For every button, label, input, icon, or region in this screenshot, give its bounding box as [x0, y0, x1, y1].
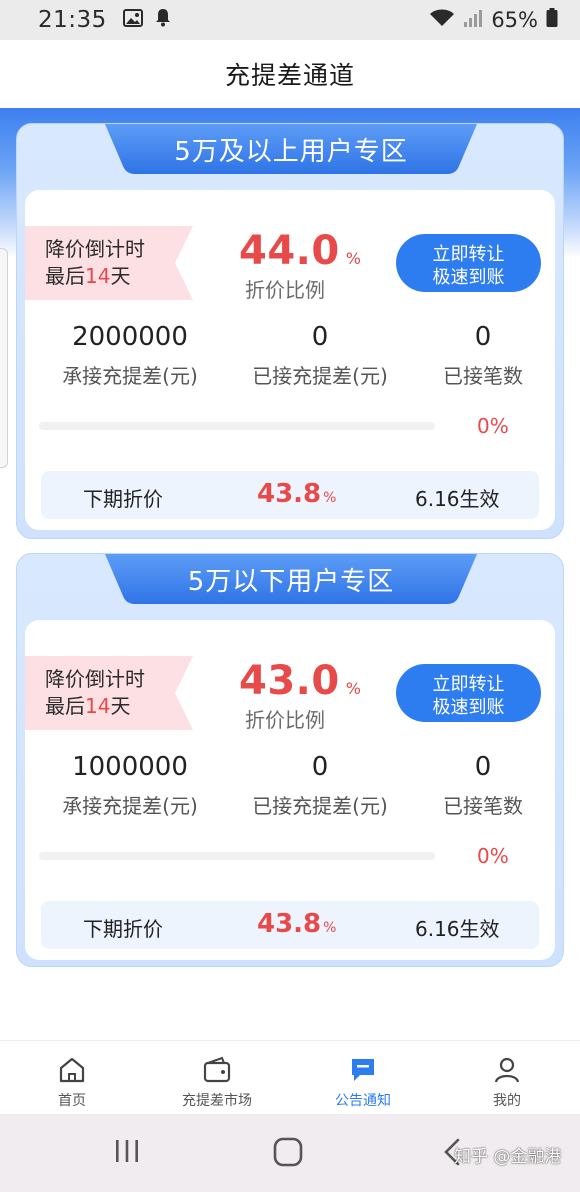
- next-value-unit: %: [323, 490, 337, 506]
- discount-unit: %: [345, 679, 361, 698]
- signal-icon: [463, 8, 483, 33]
- discount-ratio: 43.0% 折价比例: [239, 658, 361, 733]
- user-icon: [477, 1055, 537, 1085]
- side-drawer-handle[interactable]: [0, 248, 8, 468]
- page-title: 充提差通道: [224, 61, 355, 90]
- next-period-bar: 下期折价 43.8% 6.16生效: [41, 901, 539, 949]
- zone-card-small-users: 5万以下用户专区 降价倒计时 最后14天 43.0% 折价比例 立即转让 极速到…: [16, 553, 564, 967]
- countdown-ribbon: 降价倒计时 最后14天: [25, 656, 193, 730]
- nav-item-home[interactable]: 首页: [42, 1055, 102, 1110]
- home-icon: [42, 1055, 102, 1085]
- image-icon: [122, 8, 143, 33]
- watermark: 知乎 @金融港: [454, 1147, 562, 1167]
- stat-value: 0: [474, 752, 492, 782]
- discount-unit: %: [345, 249, 361, 268]
- nav-label: 公告通知: [335, 1093, 391, 1109]
- wifi-icon: [429, 8, 455, 33]
- stat-value: 1000000: [72, 752, 188, 782]
- system-home-icon[interactable]: [272, 1136, 304, 1172]
- next-value-number: 43.8: [257, 479, 322, 509]
- system-nav-bar: 知乎 @金融港: [0, 1114, 580, 1192]
- stat-value: 0: [311, 322, 329, 352]
- nav-label: 充提差市场: [182, 1093, 252, 1109]
- stat-label: 已接充提差(元): [252, 364, 388, 388]
- recent-apps-icon[interactable]: [112, 1136, 142, 1170]
- zone-stats: 2000000 承接充提差(元) 0 已接充提差(元) 0 已接笔数: [25, 322, 555, 392]
- next-value-unit: %: [323, 920, 337, 936]
- countdown-days: 14: [85, 264, 111, 288]
- countdown-label: 降价倒计时: [45, 237, 145, 261]
- next-period-value: 43.8%: [257, 479, 336, 509]
- stat-label: 承接充提差(元): [62, 364, 198, 388]
- stat-accepted-amount: 0 已接充提差(元): [235, 322, 405, 389]
- progress-bar: [39, 852, 435, 860]
- transfer-now-button[interactable]: 立即转让 极速到账: [396, 664, 541, 722]
- status-time: 21:35: [38, 7, 107, 33]
- zone-stats: 1000000 承接充提差(元) 0 已接充提差(元) 0 已接笔数: [25, 752, 555, 822]
- message-icon: [327, 1055, 399, 1085]
- countdown-suffix: 天: [110, 694, 131, 718]
- zone-title: 5万以下用户专区: [187, 566, 395, 597]
- stat-label: 已接笔数: [443, 364, 523, 388]
- countdown-prefix: 最后: [45, 264, 85, 288]
- nav-label: 首页: [58, 1093, 86, 1109]
- cta-line2: 极速到账: [432, 697, 505, 718]
- countdown-suffix: 天: [110, 264, 131, 288]
- nav-item-mine[interactable]: 我的: [477, 1055, 537, 1110]
- discount-label: 折价比例: [245, 278, 325, 302]
- countdown-ribbon: 降价倒计时 最后14天: [25, 226, 193, 300]
- stat-value: 0: [311, 752, 329, 782]
- countdown-label: 降价倒计时: [45, 667, 145, 691]
- nav-label: 我的: [493, 1093, 521, 1109]
- discount-value: 44.0: [239, 228, 340, 274]
- stat-accepted-count: 0 已接笔数: [423, 752, 543, 819]
- wallet-icon: [172, 1055, 262, 1085]
- zone-title-tab: 5万及以上用户专区: [105, 124, 477, 174]
- cta-line1: 立即转让: [432, 674, 505, 695]
- battery-icon: [546, 7, 558, 33]
- nav-item-market[interactable]: 充提差市场: [172, 1055, 262, 1110]
- discount-ratio: 44.0% 折价比例: [239, 228, 361, 303]
- stat-accepted-count: 0 已接笔数: [423, 322, 543, 389]
- cta-line2: 极速到账: [432, 267, 505, 288]
- countdown-days: 14: [85, 694, 111, 718]
- stat-capacity: 1000000 承接充提差(元): [45, 752, 215, 819]
- zone-content: 降价倒计时 最后14天 44.0% 折价比例 立即转让 极速到账 2000000…: [25, 190, 555, 530]
- bottom-nav: 首页 充提差市场 公告通知 我的: [0, 1040, 580, 1114]
- zone-title: 5万及以上用户专区: [174, 136, 408, 167]
- bell-icon: [153, 7, 173, 33]
- countdown-text: 降价倒计时 最后14天: [45, 236, 145, 290]
- next-period-label: 下期折价: [83, 487, 163, 511]
- cta-line1: 立即转让: [432, 244, 505, 265]
- stat-label: 承接充提差(元): [62, 794, 198, 818]
- next-period-value: 43.8%: [257, 909, 336, 939]
- zone-title-tab: 5万以下用户专区: [105, 554, 477, 604]
- next-period-bar: 下期折价 43.8% 6.16生效: [41, 471, 539, 519]
- page-header: 充提差通道: [0, 40, 580, 108]
- countdown-prefix: 最后: [45, 694, 85, 718]
- stat-label: 已接笔数: [443, 794, 523, 818]
- next-period-label: 下期折价: [83, 917, 163, 941]
- battery-percent: 65%: [491, 8, 538, 32]
- zone-content: 降价倒计时 最后14天 43.0% 折价比例 立即转让 极速到账 1000000…: [25, 620, 555, 960]
- progress-bar: [39, 422, 435, 430]
- next-period-date: 6.16生效: [415, 917, 500, 941]
- stat-label: 已接充提差(元): [252, 794, 388, 818]
- stat-capacity: 2000000 承接充提差(元): [45, 322, 215, 389]
- next-period-date: 6.16生效: [415, 487, 500, 511]
- next-value-number: 43.8: [257, 909, 322, 939]
- progress-percent: 0%: [477, 844, 509, 868]
- progress-percent: 0%: [477, 414, 509, 438]
- zone-card-large-users: 5万及以上用户专区 降价倒计时 最后14天 44.0% 折价比例 立即转让 极速…: [16, 123, 564, 539]
- status-bar: 21:35 65%: [0, 0, 580, 40]
- stat-value: 0: [474, 322, 492, 352]
- discount-value: 43.0: [239, 658, 340, 704]
- countdown-text: 降价倒计时 最后14天: [45, 666, 145, 720]
- stat-accepted-amount: 0 已接充提差(元): [235, 752, 405, 819]
- discount-label: 折价比例: [245, 708, 325, 732]
- nav-item-notice[interactable]: 公告通知: [327, 1055, 399, 1110]
- stat-value: 2000000: [72, 322, 188, 352]
- transfer-now-button[interactable]: 立即转让 极速到账: [396, 234, 541, 292]
